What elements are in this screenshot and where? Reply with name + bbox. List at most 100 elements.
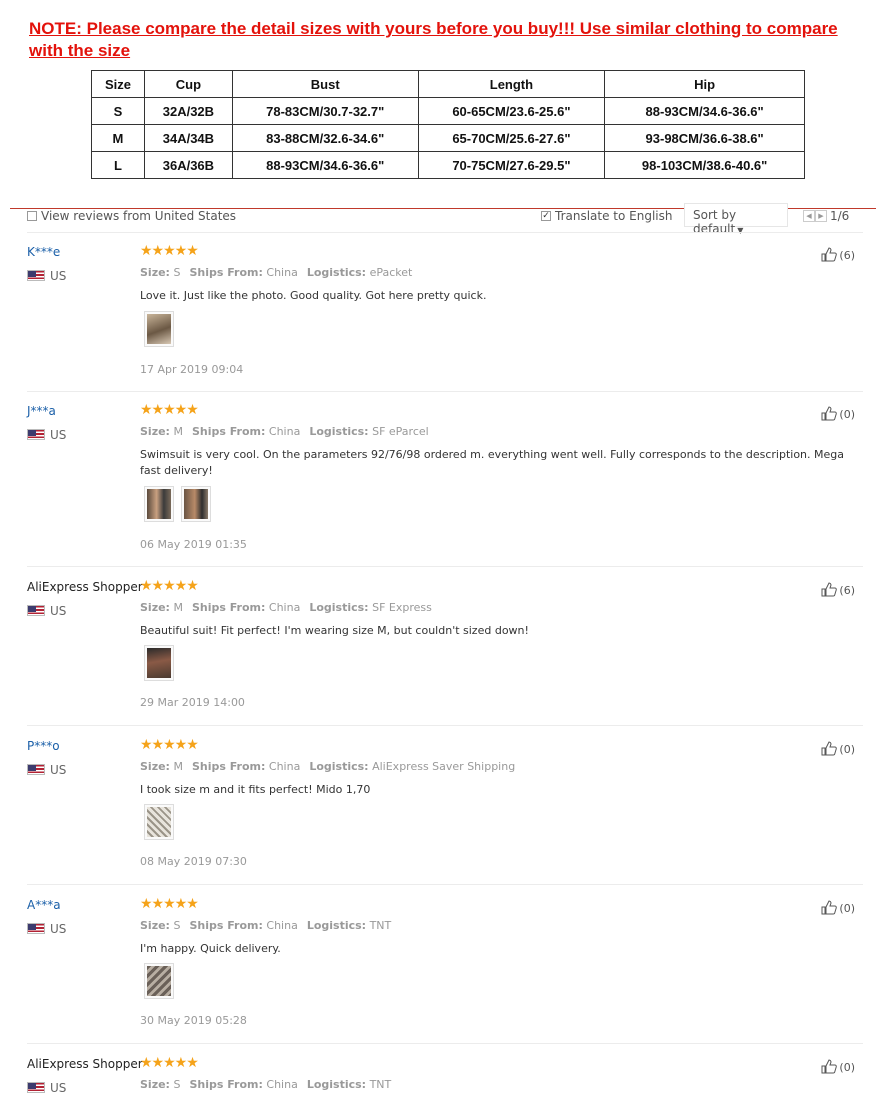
review-photo-thumbnail[interactable] [181, 486, 211, 522]
size-note: NOTE: Please compare the detail sizes wi… [29, 19, 838, 60]
table-cell: 32A/32B [143, 97, 233, 125]
table-cell: M [91, 124, 145, 152]
review-item: A***a US ★★★★★ Size: S Ships From: China L… [27, 896, 863, 1038]
pager: ◀ ▶ 1/6 [803, 208, 849, 223]
review-item: AliExpress Shopper US ★★★★★ Size: S Ships… [27, 1055, 863, 1103]
page-indicator: 1/6 [830, 208, 850, 223]
review-meta: Size: S Ships From: China Logistics: ePack… [140, 266, 413, 279]
us-flag-icon [27, 764, 45, 775]
table-row: M 34A/34B 83-88CM/32.6-34.6" 65-70CM/25.… [91, 124, 805, 152]
review-photos [144, 963, 181, 1003]
sort-dropdown[interactable]: Sort by default ▼ [684, 203, 788, 236]
row-divider [27, 566, 863, 567]
review-photos [144, 645, 181, 685]
thumbs-up-icon [821, 900, 838, 915]
review-date: 29 Mar 2019 14:00 [140, 696, 245, 709]
reviewer-country: US [27, 604, 66, 618]
review-date: 06 May 2019 01:35 [140, 538, 247, 551]
review-meta: Size: S Ships From: China Logistics: TNT [140, 1078, 392, 1091]
thumbs-up-icon [821, 247, 838, 262]
table-cell: 88-93CM/34.6-36.6" [604, 97, 805, 125]
reviewer-country: US [27, 922, 66, 936]
thumbs-up-icon [821, 741, 838, 756]
helpful-button[interactable]: (0) [821, 741, 855, 756]
us-flag-icon [27, 1082, 45, 1093]
row-divider [27, 884, 863, 885]
size-chart-header-row: Size Cup Bust Length Hip [91, 70, 805, 98]
helpful-button[interactable]: (6) [821, 582, 855, 597]
table-cell: 93-98CM/36.6-38.6" [604, 124, 805, 152]
helpful-button[interactable]: (6) [821, 247, 855, 262]
star-rating: ★★★★★ [140, 1055, 199, 1071]
row-divider [27, 1043, 863, 1044]
reviewer-name: AliExpress Shopper [27, 1057, 143, 1071]
table-cell: S [91, 97, 145, 125]
review-meta: Size: S Ships From: China Logistics: TNT [140, 919, 392, 932]
helpful-button[interactable]: (0) [821, 1059, 855, 1074]
review-photos [144, 804, 181, 844]
row-divider [27, 232, 863, 233]
thumbs-up-icon [821, 406, 838, 421]
review-photo-thumbnail[interactable] [144, 804, 174, 840]
table-cell: 83-88CM/32.6-34.6" [231, 124, 419, 152]
review-photo-thumbnail[interactable] [144, 645, 174, 681]
reviewer-country: US [27, 269, 66, 283]
table-cell: 98-103CM/38.6-40.6" [604, 151, 805, 179]
reviewer-name[interactable]: J***a [27, 404, 56, 418]
review-item: J***a US ★★★★★ Size: M Ships From: China L… [27, 402, 863, 560]
thumbs-up-icon [821, 582, 838, 597]
reviews-toolbar: View reviews from United States ✓ Transla… [27, 203, 855, 236]
view-reviews-filter[interactable]: View reviews from United States [27, 208, 236, 223]
translate-toggle[interactable]: ✓ Translate to English [541, 208, 673, 223]
review-meta: Size: M Ships From: China Logistics: SF eP… [140, 425, 429, 438]
table-row: S 32A/32B 78-83CM/30.7-32.7" 60-65CM/23.… [91, 97, 805, 125]
reviewer-name[interactable]: P***o [27, 739, 60, 753]
reviewer-name[interactable]: A***a [27, 898, 61, 912]
table-cell: 70-75CM/27.6-29.5" [417, 151, 606, 179]
review-date: 08 May 2019 07:30 [140, 855, 247, 868]
column-header: Hip [604, 70, 805, 98]
us-flag-icon [27, 270, 45, 281]
table-cell: 34A/34B [143, 124, 233, 152]
view-reviews-checkbox[interactable] [27, 210, 37, 221]
reviewer-country: US [27, 763, 66, 777]
column-header: Length [417, 70, 606, 98]
table-row: L 36A/36B 88-93CM/34.6-36.6" 70-75CM/27.… [91, 151, 805, 179]
table-cell: 88-93CM/34.6-36.6" [231, 151, 419, 179]
row-divider [27, 391, 863, 392]
review-text: Swimsuit is very cool. On the parameters… [140, 448, 844, 477]
helpful-button[interactable]: (0) [821, 900, 855, 915]
size-chart-table: Size Cup Bust Length Hip S 32A/32B 78-83… [91, 70, 805, 179]
star-rating: ★★★★★ [140, 243, 199, 259]
helpful-button[interactable]: (0) [821, 406, 855, 421]
chevron-down-icon: ▼ [737, 226, 744, 235]
us-flag-icon [27, 605, 45, 616]
table-cell: 78-83CM/30.7-32.7" [231, 97, 419, 125]
review-photo-thumbnail[interactable] [144, 311, 174, 347]
next-page-button[interactable]: ▶ [815, 209, 827, 222]
review-text: I'm happy. Quick delivery. [140, 942, 281, 955]
review-date: 17 Apr 2019 09:04 [140, 363, 244, 376]
review-date: 30 May 2019 05:28 [140, 1014, 247, 1027]
translate-checkbox[interactable]: ✓ [541, 210, 551, 221]
column-header: Cup [143, 70, 233, 98]
review-text: Love it. Just like the photo. Good quali… [140, 289, 487, 302]
table-cell: L [91, 151, 145, 179]
translate-label: Translate to English [555, 208, 673, 223]
prev-page-button[interactable]: ◀ [803, 209, 815, 222]
table-cell: 36A/36B [143, 151, 233, 179]
us-flag-icon [27, 429, 45, 440]
review-item: K***e US ★★★★★ Size: S Ships From: China L… [27, 243, 863, 385]
row-divider [27, 725, 863, 726]
thumbs-up-icon [821, 1059, 838, 1074]
us-flag-icon [27, 923, 45, 934]
review-item: AliExpress Shopper US ★★★★★ Size: M Ships… [27, 578, 863, 720]
review-photo-thumbnail[interactable] [144, 963, 174, 999]
reviewer-country: US [27, 428, 66, 442]
reviewer-name[interactable]: K***e [27, 245, 60, 259]
review-photos [144, 486, 218, 526]
review-text: I took size m and it fits perfect! Mido … [140, 783, 371, 796]
star-rating: ★★★★★ [140, 402, 199, 418]
star-rating: ★★★★★ [140, 896, 199, 912]
review-photo-thumbnail[interactable] [144, 486, 174, 522]
